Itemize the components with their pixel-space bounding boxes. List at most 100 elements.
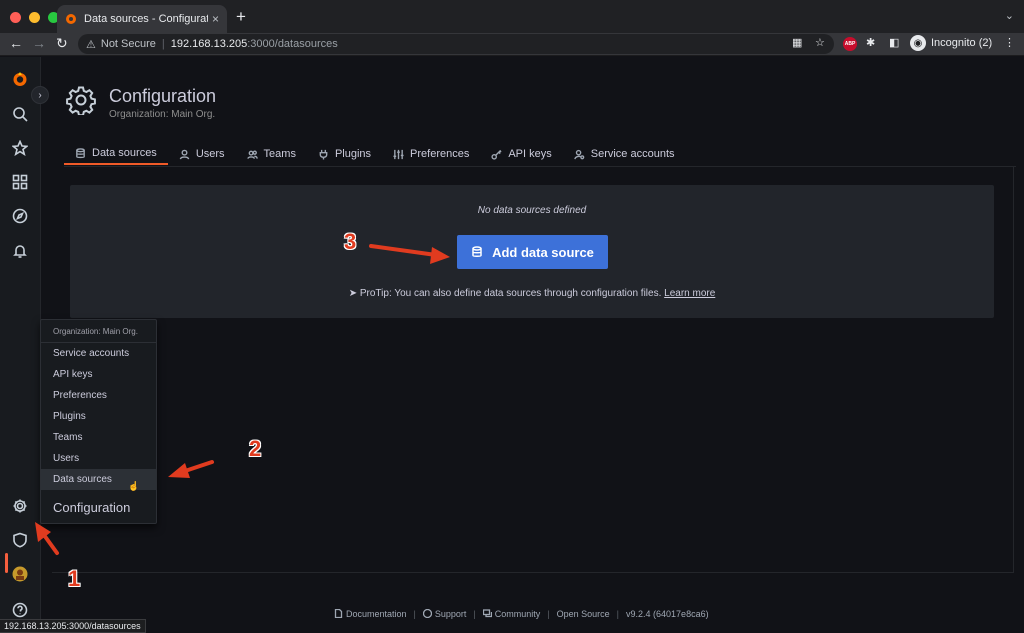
menu-title[interactable]: Configuration <box>53 500 130 515</box>
search-icon[interactable] <box>11 105 29 123</box>
forward-arrow-icon[interactable]: → <box>32 35 46 51</box>
browser-tab-bar: Data sources - Configuration - × + ⌄ <box>0 0 1024 33</box>
tab-label: Service accounts <box>590 148 675 160</box>
add-data-source-button[interactable]: Add data source <box>457 235 608 269</box>
hand-cursor-icon: ☝ <box>128 481 140 491</box>
tab-preferences[interactable]: Preferences <box>382 143 480 165</box>
tab-label: Teams <box>263 148 296 160</box>
grafana-favicon-icon <box>66 14 76 24</box>
tab-teams[interactable]: Teams <box>236 143 307 165</box>
tab-label: Plugins <box>334 148 372 160</box>
community-link[interactable]: Community <box>482 609 541 619</box>
question-circle-icon <box>422 608 433 619</box>
minimize-window-button[interactable] <box>29 12 40 23</box>
tab-users[interactable]: Users <box>168 143 236 165</box>
tab-data-sources[interactable]: Data sources <box>64 143 168 165</box>
browser-menu-icon[interactable]: ⋮ <box>1004 36 1015 49</box>
community-label: Community <box>494 609 541 619</box>
adblock-extension-icon[interactable]: ABP <box>843 37 857 51</box>
menu-item-plugins[interactable]: Plugins <box>41 406 156 427</box>
menu-item-teams[interactable]: Teams <box>41 427 156 448</box>
annotation-step-2: 2 <box>249 436 262 461</box>
database-icon <box>472 246 482 257</box>
explore-compass-icon[interactable] <box>11 207 29 225</box>
url-path: :3000/datasources <box>247 38 338 50</box>
tab-api-keys[interactable]: API keys <box>480 143 562 165</box>
help-icon[interactable] <box>11 601 29 619</box>
open-source-link[interactable]: Open Source <box>557 609 610 619</box>
footer-divider: | <box>547 609 550 619</box>
learn-more-link[interactable]: Learn more <box>664 288 715 299</box>
plug-icon <box>319 149 328 160</box>
rocket-icon: ➤ <box>348 288 358 299</box>
tab-label: API keys <box>508 148 552 160</box>
extensions-puzzle-icon[interactable]: ✱ <box>866 36 875 49</box>
user-icon <box>179 149 190 159</box>
browser-toolbar: ← → ↻ ⚠ Not Secure | 192.168.13.205:3000… <box>0 33 1024 56</box>
user-avatar[interactable] <box>11 565 29 583</box>
empty-state-message: No data sources defined <box>477 205 587 216</box>
menu-item-api-keys[interactable]: API keys <box>41 364 156 385</box>
annotation-step-1: 1 <box>68 566 81 591</box>
grafana-logo-icon[interactable] <box>11 70 29 88</box>
back-arrow-icon[interactable]: ← <box>9 35 23 51</box>
new-tab-button[interactable]: + <box>236 7 246 27</box>
page-title: Configuration <box>109 86 217 106</box>
users-icon <box>246 150 258 159</box>
menu-item-users[interactable]: Users <box>41 448 156 469</box>
documentation-label: Documentation <box>346 609 407 619</box>
expand-sidebar-chevron-icon[interactable]: › <box>31 86 49 104</box>
url-host: 192.168.13.205 <box>170 38 248 50</box>
document-icon <box>334 608 343 619</box>
browser-tab[interactable]: Data sources - Configuration - × <box>57 5 227 33</box>
page-footer: Documentation | Support | Community | Op… <box>334 608 709 619</box>
user-cog-icon <box>573 149 585 159</box>
database-icon <box>76 147 85 158</box>
tab-search-chevron-icon[interactable]: ⌄ <box>1005 9 1014 22</box>
side-panel-icon[interactable]: ◧ <box>889 36 899 49</box>
profile-label: Incognito (2) <box>931 37 993 49</box>
address-bar[interactable]: ⚠ Not Secure | 192.168.13.205:3000/datas… <box>78 34 834 54</box>
security-label: Not Secure <box>100 38 156 50</box>
alerting-bell-icon[interactable] <box>11 242 29 260</box>
comments-icon <box>482 609 492 618</box>
support-link[interactable]: Support <box>422 608 466 619</box>
incognito-profile-button[interactable]: ◉ Incognito (2) <box>910 35 992 51</box>
configuration-tabs: Data sources Users Teams Plugins Prefere… <box>64 143 686 167</box>
key-icon <box>491 149 502 160</box>
bookmark-star-icon[interactable]: ☆ <box>815 36 825 49</box>
tab-close-icon[interactable]: × <box>212 12 219 26</box>
documentation-link[interactable]: Documentation <box>334 608 407 619</box>
configuration-gear-icon[interactable] <box>11 497 29 515</box>
warning-icon: ⚠ <box>86 38 96 51</box>
window-controls <box>10 12 59 23</box>
close-window-button[interactable] <box>10 12 21 23</box>
sliders-icon <box>393 149 404 159</box>
add-data-source-label: Add data source <box>492 244 594 260</box>
menu-header: Organization: Main Org. <box>41 320 156 343</box>
translate-icon[interactable]: ▦ <box>792 36 802 49</box>
protip-text: ProTip: You can also define data sources… <box>359 288 662 299</box>
page-subtitle: Organization: Main Org. <box>109 109 216 120</box>
tab-title: Data sources - Configuration - <box>84 13 208 25</box>
version-label: v9.2.4 (64017e8ca6) <box>626 609 709 619</box>
star-icon[interactable] <box>11 139 29 157</box>
configuration-popup-menu: Organization: Main Org. Service accounts… <box>40 319 157 524</box>
incognito-icon: ◉ <box>910 35 926 51</box>
tab-service-accounts[interactable]: Service accounts <box>563 143 686 165</box>
tab-label: Data sources <box>92 147 157 159</box>
server-admin-shield-icon[interactable] <box>11 531 29 549</box>
reload-icon[interactable]: ↻ <box>56 35 68 52</box>
tab-plugins[interactable]: Plugins <box>307 143 382 165</box>
protip: ➤ ProTip: You can also define data sourc… <box>70 288 994 299</box>
address-separator: | <box>161 38 165 50</box>
configuration-header-gear-icon <box>66 86 96 115</box>
menu-item-service-accounts[interactable]: Service accounts <box>41 343 156 364</box>
tab-label: Preferences <box>410 148 470 160</box>
menu-item-preferences[interactable]: Preferences <box>41 385 156 406</box>
annotation-step-3: 3 <box>344 229 357 254</box>
footer-divider: | <box>473 609 476 619</box>
dashboards-grid-icon[interactable] <box>11 173 29 191</box>
footer-divider: | <box>616 609 620 619</box>
active-indicator <box>5 553 8 573</box>
